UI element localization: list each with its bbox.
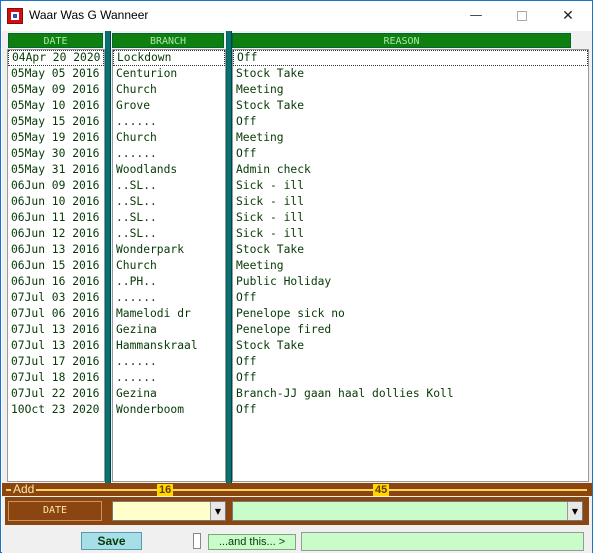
branch-row[interactable]: Wonderboom <box>113 402 225 418</box>
reason-row[interactable]: Off <box>233 290 588 306</box>
branch-list[interactable]: Lockdown Centurion Church Grove...... Church… <box>112 49 226 482</box>
date-row[interactable]: 07Jul 17 2016 <box>8 354 104 370</box>
reason-count-badge: 45 <box>373 484 390 496</box>
add-panel-bar <box>2 483 592 496</box>
branch-row[interactable]: ...... <box>113 370 225 386</box>
branch-row[interactable]: Wonderpark <box>113 242 225 258</box>
reason-row[interactable]: Sick - ill <box>233 194 588 210</box>
branch-row[interactable]: Woodlands <box>113 162 225 178</box>
reason-row[interactable]: Public Holiday <box>233 274 588 290</box>
reason-row[interactable]: Meeting <box>233 130 588 146</box>
branch-row[interactable]: ..SL.. <box>113 226 225 242</box>
and-this-checkbox[interactable] <box>193 533 201 549</box>
date-row[interactable]: 06Jun 10 2016 <box>8 194 104 210</box>
reason-row[interactable]: Admin check <box>233 162 588 178</box>
date-row[interactable]: 05May 30 2016 <box>8 146 104 162</box>
date-row[interactable]: 07Jul 06 2016 <box>8 306 104 322</box>
title-bar[interactable]: Waar Was G Wanneer — ✕ <box>1 1 592 31</box>
branch-row[interactable]: ...... <box>113 114 225 130</box>
date-row[interactable]: 06Jun 13 2016 <box>8 242 104 258</box>
branch-row[interactable]: Lockdown <box>113 50 225 66</box>
date-row[interactable]: 05May 09 2016 <box>8 82 104 98</box>
branch-row[interactable]: ..SL.. <box>113 210 225 226</box>
close-button[interactable]: ✕ <box>545 1 591 30</box>
reason-row[interactable]: Meeting <box>233 82 588 98</box>
app-window: Waar Was G Wanneer — ✕ DATE BRANCH REASO… <box>0 0 593 553</box>
date-row[interactable]: 07Jul 13 2016 <box>8 322 104 338</box>
date-row[interactable]: 07Jul 22 2016 <box>8 386 104 402</box>
branch-row[interactable]: Grove <box>113 98 225 114</box>
reason-row[interactable]: Penelope fired <box>233 322 588 338</box>
date-button[interactable]: DATE <box>8 501 102 521</box>
branch-row[interactable]: ..PH.. <box>113 274 225 290</box>
branch-row[interactable]: Centurion <box>113 66 225 82</box>
add-label: Add <box>11 482 37 496</box>
date-row[interactable]: 06Jun 16 2016 <box>8 274 104 290</box>
date-list[interactable]: 04Apr 20 2020 05May 05 2016 05May 09 2016 0… <box>7 49 105 482</box>
reason-row[interactable]: Off <box>233 50 588 66</box>
date-row[interactable]: 05May 05 2016 <box>8 66 104 82</box>
date-row[interactable]: 05May 10 2016 <box>8 98 104 114</box>
branch-row[interactable]: ...... <box>113 290 225 306</box>
branch-row[interactable]: Church <box>113 82 225 98</box>
branch-dropdown-arrow-icon[interactable]: ▼ <box>210 502 225 520</box>
date-row[interactable]: 05May 19 2016 <box>8 130 104 146</box>
branch-count-badge: 16 <box>157 484 174 496</box>
reason-row[interactable]: Off <box>233 114 588 130</box>
and-this-button[interactable]: ...and this... > <box>208 534 296 550</box>
date-row[interactable]: 07Jul 03 2016 <box>8 290 104 306</box>
reason-combobox[interactable]: ▼ <box>232 501 583 521</box>
window-title: Waar Was G Wanneer <box>29 8 149 22</box>
branch-row[interactable]: Church <box>113 258 225 274</box>
date-row[interactable]: 04Apr 20 2020 <box>8 50 104 66</box>
branch-row[interactable]: ...... <box>113 146 225 162</box>
branch-row[interactable]: Mamelodi dr <box>113 306 225 322</box>
date-column-header[interactable]: DATE <box>8 33 103 48</box>
reason-row[interactable]: Stock Take <box>233 338 588 354</box>
reason-column-header[interactable]: REASON <box>232 33 571 48</box>
branch-combobox[interactable]: ▼ <box>112 501 226 521</box>
reason-dropdown-arrow-icon[interactable]: ▼ <box>567 502 582 520</box>
branch-row[interactable]: ..SL.. <box>113 194 225 210</box>
reason-row[interactable]: Stock Take <box>233 242 588 258</box>
reason-row[interactable]: Sick - ill <box>233 178 588 194</box>
maximize-button[interactable] <box>499 1 545 30</box>
branch-column-header[interactable]: BRANCH <box>112 33 224 48</box>
date-row[interactable]: 06Jun 12 2016 <box>8 226 104 242</box>
reason-row[interactable]: Stock Take <box>233 98 588 114</box>
add-panel-line <box>6 489 587 491</box>
and-this-field[interactable] <box>301 532 584 551</box>
save-button[interactable]: Save <box>81 532 142 550</box>
splitter-date-branch[interactable] <box>105 31 111 483</box>
client-area: DATE BRANCH REASON 04Apr 20 2020 05May 05… <box>2 31 592 553</box>
reason-row[interactable]: Off <box>233 370 588 386</box>
reason-row[interactable]: Off <box>233 402 588 418</box>
reason-row[interactable]: Sick - ill <box>233 226 588 242</box>
reason-list[interactable]: Off Stock Take Meeting Stock Take Off Meeting… <box>232 49 589 482</box>
reason-row[interactable]: Penelope sick no <box>233 306 588 322</box>
branch-row[interactable]: ..SL.. <box>113 178 225 194</box>
branch-row[interactable]: Church <box>113 130 225 146</box>
branch-row[interactable]: Gezina <box>113 386 225 402</box>
date-row[interactable]: 06Jun 09 2016 <box>8 178 104 194</box>
minimize-button[interactable]: — <box>453 1 499 30</box>
date-row[interactable]: 05May 15 2016 <box>8 114 104 130</box>
date-row[interactable]: 07Jul 18 2016 <box>8 370 104 386</box>
reason-row[interactable]: Branch-JJ gaan haal dollies Koll <box>233 386 588 402</box>
app-icon <box>7 8 23 24</box>
date-row[interactable]: 07Jul 13 2016 <box>8 338 104 354</box>
branch-row[interactable]: ...... <box>113 354 225 370</box>
reason-row[interactable]: Stock Take <box>233 66 588 82</box>
reason-row[interactable]: Sick - ill <box>233 210 588 226</box>
maximize-icon <box>517 10 527 21</box>
date-row[interactable]: 10Oct 23 2020 <box>8 402 104 418</box>
reason-row[interactable]: Meeting <box>233 258 588 274</box>
date-row[interactable]: 06Jun 15 2016 <box>8 258 104 274</box>
reason-row[interactable]: Off <box>233 146 588 162</box>
reason-row[interactable]: Off <box>233 354 588 370</box>
branch-row[interactable]: Gezina <box>113 322 225 338</box>
date-row[interactable]: 06Jun 11 2016 <box>8 210 104 226</box>
branch-row[interactable]: Hammanskraal <box>113 338 225 354</box>
date-row[interactable]: 05May 31 2016 <box>8 162 104 178</box>
